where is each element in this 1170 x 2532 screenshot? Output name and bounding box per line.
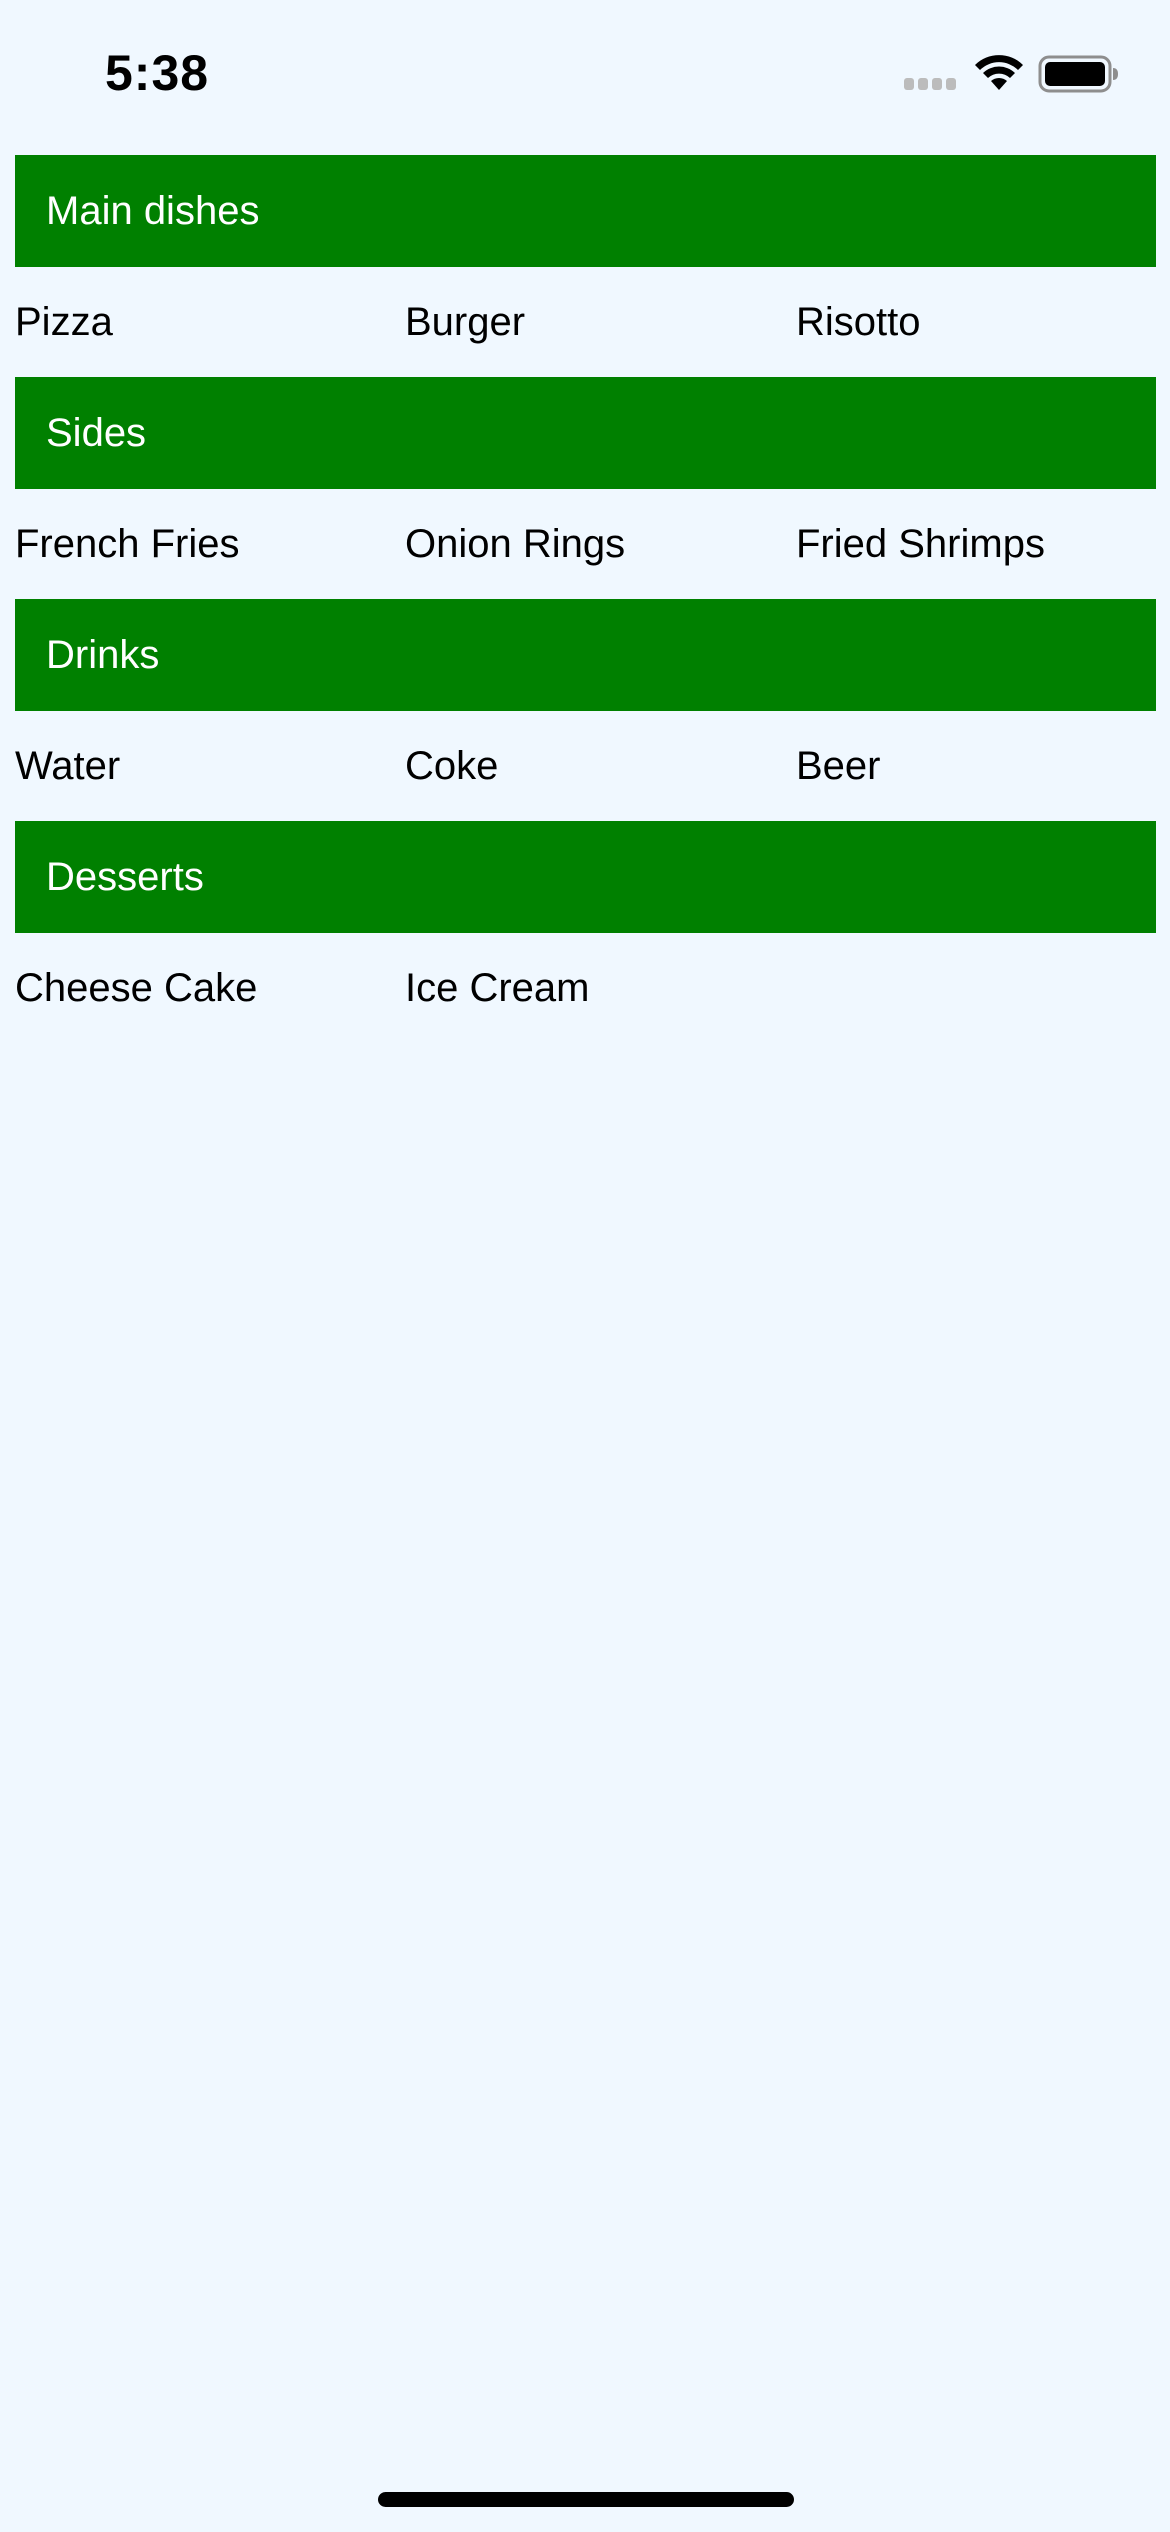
menu-item[interactable]: Water	[15, 711, 120, 821]
section-header-drinks: Drinks	[15, 599, 1156, 711]
status-bar: 5:38	[0, 0, 1170, 150]
section-header-desserts: Desserts	[15, 821, 1156, 933]
menu-item[interactable]: French Fries	[15, 489, 240, 599]
section-items-row: French Fries Onion Rings Fried Shrimps	[15, 489, 1156, 599]
menu-item[interactable]: Pizza	[15, 267, 113, 377]
cellular-signal-icon	[904, 78, 960, 92]
menu-item[interactable]: Cheese Cake	[15, 933, 257, 1043]
menu-item[interactable]: Beer	[796, 711, 881, 821]
menu-item[interactable]: Ice Cream	[405, 933, 590, 1043]
menu-item[interactable]: Burger	[405, 267, 525, 377]
menu-item[interactable]: Risotto	[796, 267, 921, 377]
section-items-row: Pizza Burger Risotto	[15, 267, 1156, 377]
battery-icon	[1038, 55, 1118, 93]
menu-item[interactable]: Coke	[405, 711, 498, 821]
menu-item[interactable]: Fried Shrimps	[796, 489, 1045, 599]
home-indicator[interactable]	[378, 2492, 794, 2507]
menu-item[interactable]: Onion Rings	[405, 489, 625, 599]
section-header-sides: Sides	[15, 377, 1156, 489]
menu-list: Main dishes Pizza Burger Risotto Sides F…	[15, 155, 1156, 1043]
wifi-icon	[975, 55, 1023, 90]
status-time: 5:38	[105, 45, 210, 101]
section-items-row: Water Coke Beer	[15, 711, 1156, 821]
section-header-main-dishes: Main dishes	[15, 155, 1156, 267]
section-items-row: Cheese Cake Ice Cream	[15, 933, 1156, 1043]
